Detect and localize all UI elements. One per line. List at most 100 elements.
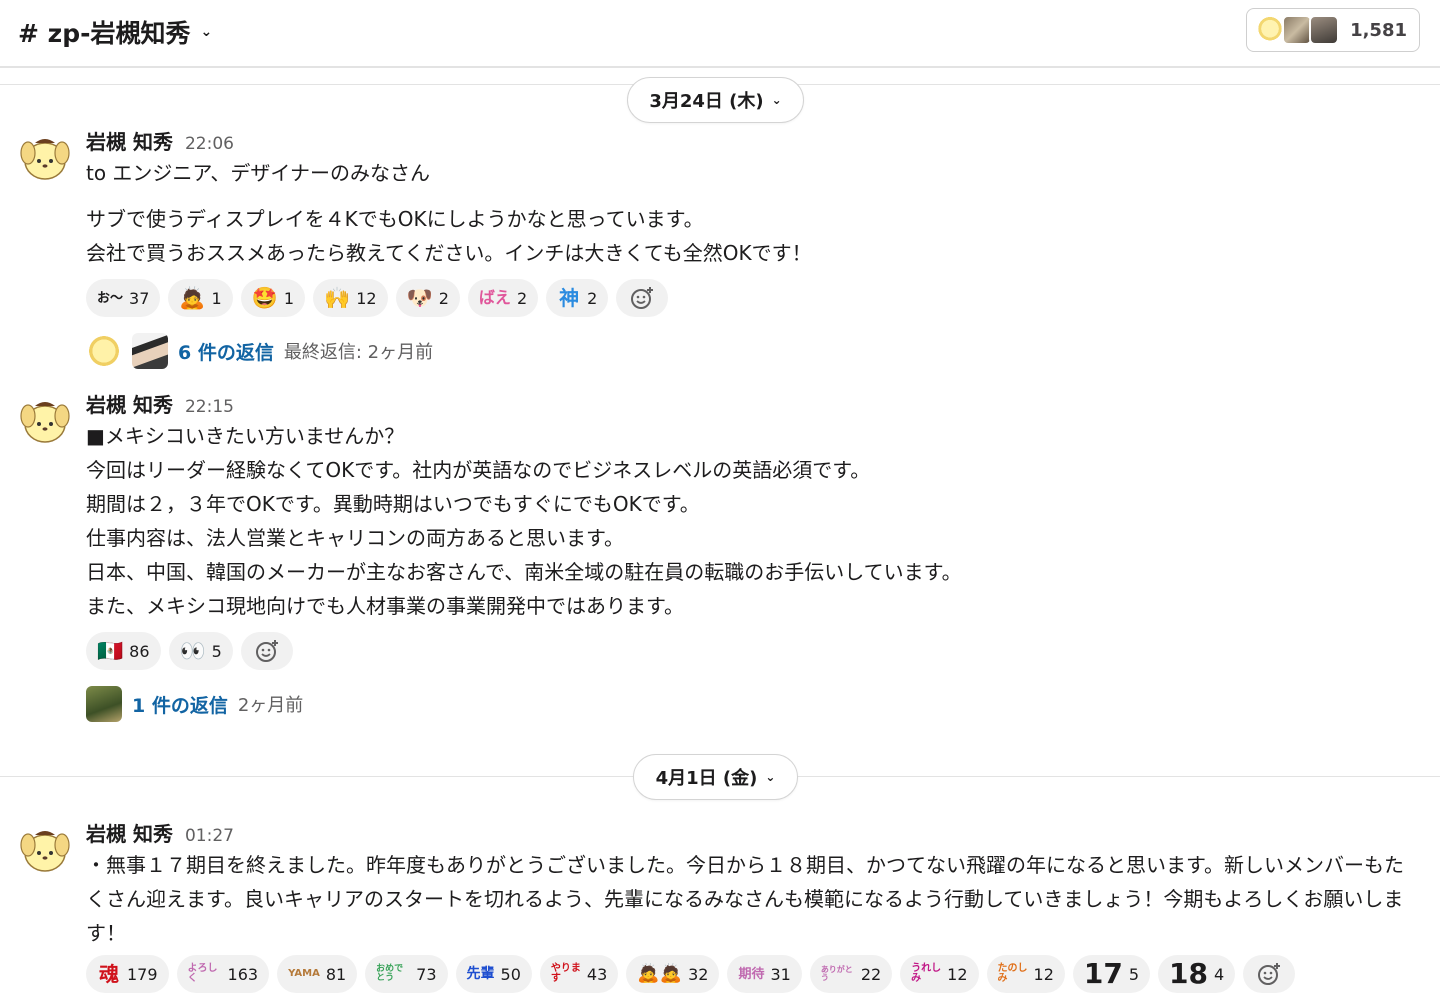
raised-hands-icon: 🙌 xyxy=(324,285,351,310)
reaction-count: 4 xyxy=(1214,964,1225,984)
add-reaction-icon xyxy=(255,640,278,662)
channel-header: # zp-岩槻知秀 ⌄ 1,581 xyxy=(0,0,1440,68)
avatar[interactable] xyxy=(17,821,74,878)
yoroshiku-icon: よろしく xyxy=(187,963,218,984)
reaction-button[interactable]: 🇲🇽 86 xyxy=(86,632,161,670)
add-reaction-button[interactable] xyxy=(240,632,293,670)
message-line: ■メキシコいきたい方いませんか？ xyxy=(86,424,405,448)
reaction-bar: お〜 37 🙇 1 🤩 1 🙌 12 🐶 2 ばえ 2 神2 xyxy=(86,278,1420,318)
date-jump-button[interactable]: 4月1日 (金) ⌄ xyxy=(633,754,798,800)
add-reaction-icon xyxy=(1258,963,1281,985)
avatar[interactable] xyxy=(17,129,74,186)
add-reaction-icon xyxy=(631,287,654,309)
chevron-down-icon: ⌄ xyxy=(200,24,213,40)
reaction-count: 163 xyxy=(227,964,259,984)
reaction-button[interactable]: 期待 31 xyxy=(727,955,802,993)
sender-name[interactable]: 岩槻 知秀 xyxy=(86,126,173,155)
o-icon: お〜 xyxy=(97,290,124,306)
reaction-button[interactable]: よろしく 163 xyxy=(176,955,270,993)
message-line: 仕事内容は、法人営業とキャリコンの両方あると思います。 xyxy=(86,526,624,550)
thread-replies-link[interactable]: 6 件の返信 xyxy=(178,338,274,365)
thread-replies-link[interactable]: 1 件の返信 xyxy=(132,691,228,718)
reaction-button[interactable]: 🐶 2 xyxy=(395,279,460,317)
reaction-count: 22 xyxy=(860,964,882,984)
reaction-count: 50 xyxy=(500,964,521,984)
reaction-count: 2 xyxy=(587,288,598,308)
add-reaction-button[interactable] xyxy=(616,279,669,317)
message-line: 会社で買うおススメあったら教えてください。インチは大きくても全然OKです！ xyxy=(86,241,812,265)
chevron-down-icon: ⌄ xyxy=(771,93,782,107)
reaction-count: 12 xyxy=(1033,964,1054,984)
add-reaction-button[interactable] xyxy=(1243,955,1296,993)
thread-summary[interactable]: 1 件の返信 2ヶ月前 xyxy=(86,685,1420,723)
sender-name[interactable]: 岩槻 知秀 xyxy=(86,389,173,418)
kami-icon: 神 xyxy=(559,286,580,310)
reply-avatar xyxy=(86,333,122,369)
reaction-count: 73 xyxy=(416,964,437,984)
bae-icon: ばえ xyxy=(478,288,511,307)
reaction-count: 179 xyxy=(127,964,158,984)
tanoshimi-icon: たのしみ xyxy=(997,963,1028,984)
reaction-button[interactable]: 🤩 1 xyxy=(240,279,306,317)
number-17-icon: 17 xyxy=(1083,957,1123,990)
member-avatar xyxy=(1255,15,1286,45)
omedetou-icon: おめでとう xyxy=(376,964,404,983)
reaction-button[interactable]: やります 43 xyxy=(539,955,619,993)
reaction-button[interactable]: 🙇🙇 32 xyxy=(626,955,720,993)
flag-mexico-icon: 🇲🇽 xyxy=(97,638,124,663)
reaction-count: 5 xyxy=(1128,964,1140,984)
timestamp[interactable]: 22:15 xyxy=(185,397,234,417)
reaction-button[interactable]: 先輩 50 xyxy=(455,955,532,993)
thread-summary[interactable]: 6 件の返信 最終返信: 2ヶ月前 xyxy=(86,332,1420,370)
reaction-count: 37 xyxy=(129,288,150,308)
reaction-button[interactable]: 🙇 1 xyxy=(168,279,233,317)
message-line: to エンジニア、デザイナーのみなさん xyxy=(86,161,431,185)
tamashii-icon: 魂 xyxy=(99,962,119,986)
reaction-count: 43 xyxy=(586,964,608,984)
member-list-button[interactable]: 1,581 xyxy=(1246,8,1420,52)
last-reply-time: 2ヶ月前 xyxy=(237,695,304,716)
reaction-button[interactable]: ばえ 2 xyxy=(467,279,539,317)
senpai-icon: 先輩 xyxy=(466,966,495,982)
reaction-count: 12 xyxy=(356,288,377,308)
message-line: 日本、中国、韓国のメーカーが主なお客さんで、南米全域の駐在員の転職のお手伝いして… xyxy=(86,560,962,584)
reaction-count: 1 xyxy=(211,288,222,308)
date-label: 4月1日 (金) xyxy=(655,768,758,789)
reaction-button[interactable]: 18 4 xyxy=(1158,955,1236,993)
reaction-count: 81 xyxy=(325,964,347,984)
reaction-button[interactable]: おめでとう 73 xyxy=(365,955,448,993)
eyes-icon: 👀 xyxy=(179,638,206,663)
reaction-button[interactable]: 👀 5 xyxy=(168,632,233,670)
reaction-button[interactable]: 神2 xyxy=(546,279,609,317)
member-count: 1,581 xyxy=(1350,19,1407,41)
avatar[interactable] xyxy=(17,392,74,449)
reaction-button[interactable]: YAMA 81 xyxy=(277,955,358,993)
reply-avatar xyxy=(86,686,122,722)
dog-icon: 🐶 xyxy=(406,285,433,310)
date-jump-button[interactable]: 3月24日 (木) ⌄ xyxy=(627,77,804,123)
reaction-button[interactable]: 魂 179 xyxy=(86,955,169,993)
reaction-button[interactable]: 17 5 xyxy=(1072,955,1151,993)
reaction-button[interactable]: お〜 37 xyxy=(86,279,161,317)
reaction-button[interactable]: たのしみ 12 xyxy=(986,955,1065,993)
message-line: サブで使うディスプレイを４KでもOKにしようかなと思っています。 xyxy=(86,207,704,231)
ureshimi-icon: うれしみ xyxy=(911,963,942,984)
timestamp[interactable]: 01:27 xyxy=(185,826,234,846)
date-label: 3月24日 (木) xyxy=(649,91,764,112)
message-text: ・無事１７期目を終えました。昨年度もありがとうございました。今日から１８期目、か… xyxy=(86,853,1404,945)
reaction-count: 31 xyxy=(770,964,791,984)
number-18-icon: 18 xyxy=(1169,957,1209,990)
timestamp[interactable]: 22:06 xyxy=(185,134,234,154)
reaction-button[interactable]: 🙌 12 xyxy=(313,279,388,317)
message-line: 期間は２，３年でOKです。異動時期はいつでもすぐにでもOKです。 xyxy=(86,492,700,516)
sender-name[interactable]: 岩槻 知秀 xyxy=(86,818,173,847)
chevron-down-icon: ⌄ xyxy=(765,770,776,784)
reaction-button[interactable]: ありがとう 22 xyxy=(809,955,893,993)
channel-name-button[interactable]: # zp-岩槻知秀 ⌄ xyxy=(18,14,212,50)
bow-icon: 🙇 xyxy=(179,285,206,310)
member-avatar xyxy=(1282,15,1313,45)
yama-icon: YAMA xyxy=(288,968,320,979)
reaction-count: 12 xyxy=(947,964,968,984)
kitai-icon: 期待 xyxy=(738,966,765,982)
reaction-button[interactable]: うれしみ 12 xyxy=(900,955,979,993)
